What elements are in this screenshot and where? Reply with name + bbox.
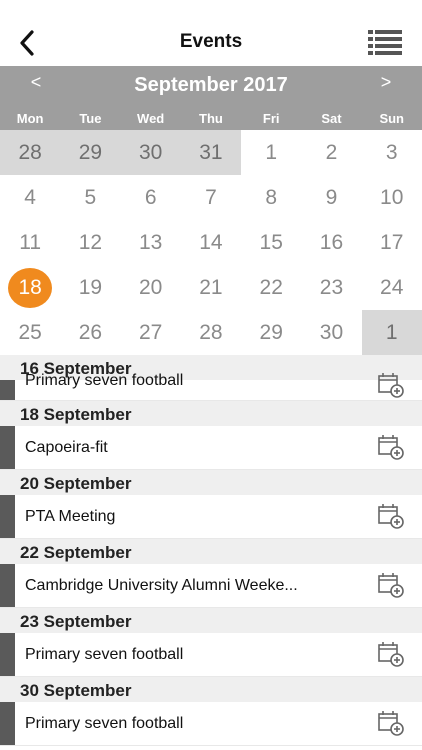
calendar-week: 25 26 27 28 29 30 1: [0, 310, 422, 355]
event-item[interactable]: Capoeira-fit: [0, 426, 422, 470]
event-item[interactable]: PTA Meeting: [0, 495, 422, 539]
list-view-button[interactable]: [368, 28, 402, 58]
list-icon: [368, 30, 402, 55]
calendar-day[interactable]: 16: [301, 220, 361, 265]
calendar-day[interactable]: 22: [241, 265, 301, 310]
add-to-calendar-button[interactable]: [378, 641, 404, 667]
page-title: Events: [179, 31, 243, 52]
weekday-label: Fri: [262, 111, 280, 126]
calendar-day[interactable]: 19: [60, 265, 120, 310]
event-color-bar: [0, 426, 15, 469]
calendar-day[interactable]: 2: [301, 130, 361, 175]
calendar-grid: 28 29 30 31 1 2 3 4 5 6 7 8 9 10 11 12 1…: [0, 130, 422, 355]
calendar-day[interactable]: 30: [120, 130, 181, 175]
calendar-add-icon: [378, 435, 404, 460]
calendar-add-icon: [378, 373, 404, 398]
event-item[interactable]: Primary seven football: [0, 633, 422, 677]
event-color-bar: [0, 702, 15, 745]
event-color-bar: [0, 633, 15, 676]
event-item[interactable]: Cambridge University Alumni Weeke...: [0, 564, 422, 608]
add-to-calendar-button[interactable]: [378, 434, 404, 460]
calendar-day[interactable]: 9: [301, 175, 361, 220]
calendar-day[interactable]: 29: [241, 310, 301, 355]
calendar-day[interactable]: 14: [181, 220, 241, 265]
event-date-header: 23 September: [0, 608, 422, 633]
calendar-day[interactable]: 8: [241, 175, 301, 220]
event-date-header: 18 September: [0, 401, 422, 426]
add-to-calendar-button[interactable]: [378, 372, 404, 398]
calendar-day[interactable]: 3: [362, 130, 422, 175]
calendar-header: < September 2017 > Mon Tue Wed Thu Fri S…: [0, 66, 422, 130]
event-title: Primary seven football: [25, 715, 184, 732]
calendar-day[interactable]: 17: [362, 220, 422, 265]
calendar-day[interactable]: 25: [0, 310, 60, 355]
calendar-week: 4 5 6 7 8 9 10: [0, 175, 422, 220]
calendar-week: 11 12 13 14 15 16 17: [0, 220, 422, 265]
calendar-day-today[interactable]: 18: [0, 265, 60, 310]
event-title: Primary seven football: [25, 646, 184, 663]
weekday-label: Wed: [137, 111, 165, 126]
calendar-day[interactable]: 15: [241, 220, 301, 265]
add-to-calendar-button[interactable]: [378, 503, 404, 529]
calendar-day[interactable]: 10: [362, 175, 422, 220]
calendar-day[interactable]: 26: [60, 310, 120, 355]
calendar-add-icon: [378, 573, 404, 598]
weekday-label: Thu: [199, 111, 223, 126]
calendar-day[interactable]: 7: [181, 175, 241, 220]
calendar-add-icon: [378, 504, 404, 529]
calendar-add-icon: [378, 711, 404, 736]
event-color-bar: [0, 380, 15, 400]
calendar-day[interactable]: 13: [121, 220, 181, 265]
event-item[interactable]: Primary seven football: [0, 372, 422, 401]
calendar-day[interactable]: 20: [121, 265, 181, 310]
add-to-calendar-button[interactable]: [378, 572, 404, 598]
calendar-day[interactable]: 11: [0, 220, 60, 265]
calendar-day[interactable]: 29: [60, 130, 121, 175]
event-date-header: 20 September: [0, 470, 422, 495]
weekday-row: Mon Tue Wed Thu Fri Sat Sun: [0, 111, 422, 129]
calendar-day[interactable]: 28: [181, 310, 241, 355]
events-list[interactable]: 16 September Primary seven football 18 S…: [0, 355, 422, 750]
weekday-label: Tue: [79, 111, 102, 126]
month-title: September 2017: [134, 74, 288, 96]
top-bar: Events: [0, 0, 422, 66]
add-to-calendar-button[interactable]: [378, 710, 404, 736]
weekday-label: Sat: [321, 111, 342, 126]
calendar-day[interactable]: 24: [362, 265, 422, 310]
event-item[interactable]: Primary seven football: [0, 702, 422, 746]
calendar-week: 28 29 30 31 1 2 3: [0, 130, 422, 175]
calendar-day[interactable]: 27: [121, 310, 181, 355]
event-title: Primary seven football: [25, 372, 184, 389]
calendar-day[interactable]: 23: [301, 265, 361, 310]
event-color-bar: [0, 495, 15, 538]
weekday-label: Mon: [16, 111, 44, 126]
event-title: PTA Meeting: [25, 508, 116, 525]
next-month-button[interactable]: >: [371, 72, 401, 93]
calendar-day[interactable]: 4: [0, 175, 60, 220]
calendar-day[interactable]: 5: [60, 175, 120, 220]
calendar-day[interactable]: 1: [241, 130, 301, 175]
calendar-day[interactable]: 6: [121, 175, 181, 220]
calendar-day[interactable]: 21: [181, 265, 241, 310]
event-title: Cambridge University Alumni Weeke...: [25, 577, 298, 594]
calendar-add-icon: [378, 642, 404, 667]
calendar-week: 18 19 20 21 22 23 24: [0, 265, 422, 310]
event-date-header: 30 September: [0, 677, 422, 702]
event-date-header: 22 September: [0, 539, 422, 564]
event-title: Capoeira-fit: [25, 439, 108, 456]
calendar-day[interactable]: 31: [180, 130, 242, 175]
calendar-day[interactable]: 28: [0, 130, 61, 175]
event-color-bar: [0, 564, 15, 607]
weekday-label: Sun: [379, 111, 404, 126]
calendar-day[interactable]: 12: [60, 220, 120, 265]
calendar-day[interactable]: 1: [361, 310, 422, 355]
calendar-day[interactable]: 30: [301, 310, 361, 355]
